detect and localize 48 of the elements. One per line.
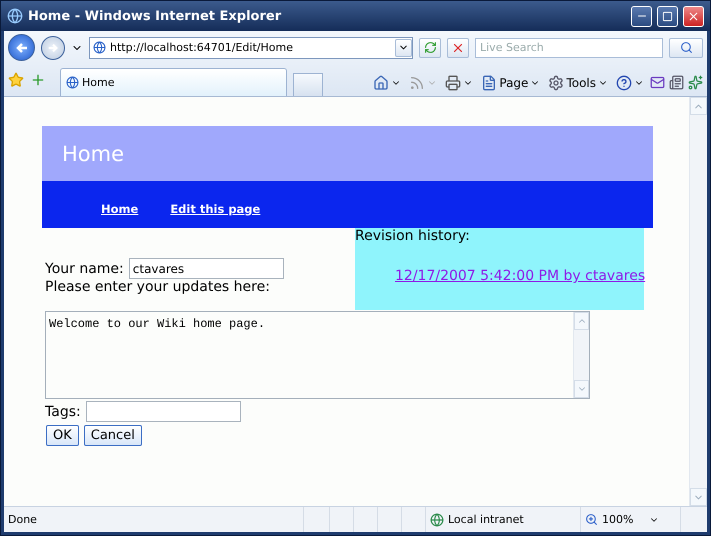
browser-tab[interactable]: Home bbox=[60, 68, 287, 96]
name-label: Your name: bbox=[45, 260, 124, 276]
stop-button[interactable] bbox=[447, 38, 469, 58]
gear-icon bbox=[548, 74, 564, 90]
address-field[interactable]: http://localhost:64701/Edit/Home bbox=[89, 36, 413, 58]
address-dropdown-button[interactable] bbox=[395, 38, 412, 56]
forward-button[interactable] bbox=[41, 36, 65, 60]
search-button[interactable] bbox=[669, 38, 703, 58]
maximize-button[interactable] bbox=[657, 6, 678, 26]
page-menu[interactable]: Page bbox=[479, 74, 542, 90]
search-icon bbox=[680, 41, 692, 54]
arrow-left-icon bbox=[14, 40, 28, 54]
back-button[interactable] bbox=[8, 34, 35, 61]
tags-field[interactable] bbox=[86, 401, 241, 422]
window-title: Home - Windows Internet Explorer bbox=[28, 8, 282, 24]
mail-icon[interactable] bbox=[650, 75, 665, 90]
nav-link[interactable]: Edit this page bbox=[170, 202, 260, 216]
nav-link[interactable]: Home bbox=[101, 202, 138, 216]
cancel-button[interactable]: Cancel bbox=[84, 425, 142, 446]
research-icon[interactable] bbox=[669, 75, 684, 90]
rss-icon bbox=[409, 74, 426, 90]
updates-label: Please enter your updates here: bbox=[45, 279, 271, 295]
messenger-icon[interactable] bbox=[688, 75, 703, 90]
refresh-button[interactable] bbox=[419, 38, 441, 58]
close-button[interactable] bbox=[683, 6, 704, 26]
revision-heading: Revision history: bbox=[355, 228, 471, 244]
help-icon bbox=[616, 74, 632, 90]
zoom-level[interactable]: 100% bbox=[602, 513, 634, 526]
revision-link[interactable]: 12/17/2007 5:42:00 PM by ctavares bbox=[395, 268, 644, 284]
printer-icon bbox=[445, 74, 462, 90]
intranet-icon bbox=[430, 512, 444, 526]
zoom-icon bbox=[585, 513, 598, 526]
close-icon bbox=[687, 10, 700, 22]
zone-text: Local intranet bbox=[448, 513, 524, 526]
home-icon bbox=[373, 74, 390, 90]
page-title: Home bbox=[62, 142, 124, 166]
minimize-button[interactable] bbox=[631, 6, 652, 26]
ok-button[interactable]: OK bbox=[46, 425, 79, 446]
name-field[interactable]: ctavares bbox=[128, 258, 284, 279]
tools-menu[interactable]: Tools bbox=[546, 74, 610, 90]
refresh-icon bbox=[424, 41, 436, 54]
tags-label: Tags: bbox=[45, 404, 81, 420]
search-field[interactable]: Live Search bbox=[475, 38, 663, 58]
status-text: Done bbox=[8, 513, 37, 526]
maximize-icon bbox=[662, 10, 673, 22]
browser-icon bbox=[7, 8, 23, 24]
add-favorite-icon[interactable] bbox=[30, 72, 46, 88]
arrow-right-icon bbox=[47, 42, 59, 54]
